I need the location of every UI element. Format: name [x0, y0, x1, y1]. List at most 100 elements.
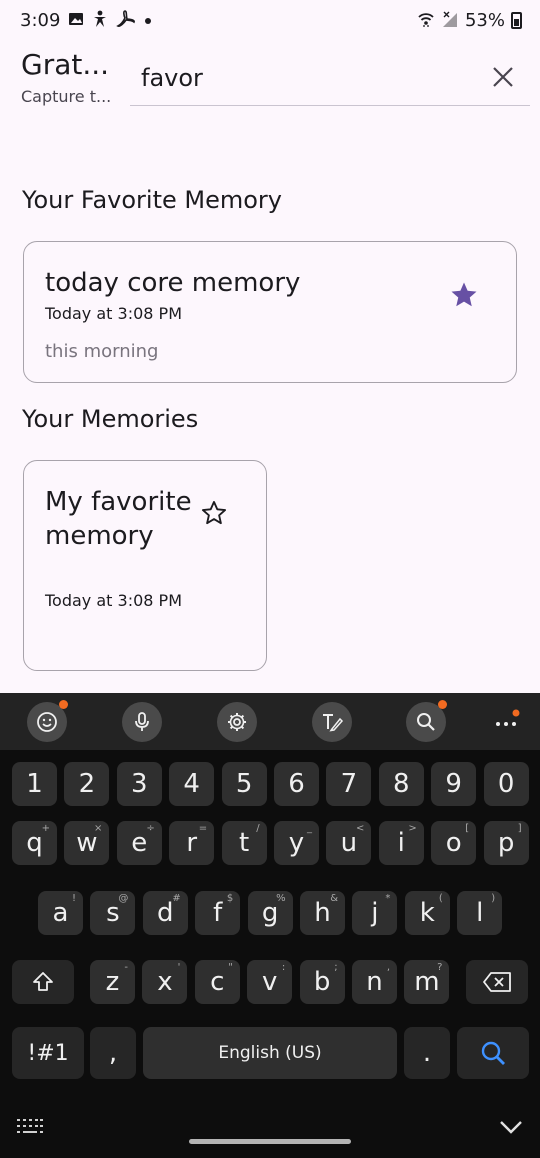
wifi-icon	[417, 10, 435, 31]
key-label: d	[157, 898, 174, 928]
emoji-button[interactable]	[27, 700, 68, 742]
key-hint: (	[438, 893, 443, 904]
voice-input-button[interactable]	[122, 702, 162, 742]
key-l[interactable]: l)	[457, 891, 503, 935]
search-action-key[interactable]	[457, 1027, 529, 1079]
key-hint: )	[491, 893, 496, 904]
key-w[interactable]: w ×	[64, 821, 110, 865]
key-label: 0	[497, 769, 515, 799]
card-title: My favorite memory	[45, 487, 192, 551]
home-indicator[interactable]	[189, 1139, 351, 1144]
key-m[interactable]: m?	[404, 960, 450, 1004]
key-hint: @	[118, 893, 129, 904]
key-n[interactable]: n,	[352, 960, 397, 1004]
handwriting-icon	[323, 714, 344, 732]
key-hint: ×	[94, 823, 103, 834]
key-label: 9	[445, 769, 462, 799]
key-hint: [	[465, 823, 470, 834]
shift-key[interactable]	[12, 960, 74, 1004]
search-input[interactable]	[130, 50, 530, 106]
battery-percent: 53%	[464, 9, 505, 31]
key-x[interactable]: x '	[142, 960, 188, 1004]
clear-search-button[interactable]	[486, 60, 520, 94]
key-label: m	[414, 967, 440, 997]
key-1[interactable]: 1	[12, 762, 57, 806]
key-label: t	[238, 828, 250, 858]
key-label: q	[26, 828, 43, 858]
key-g[interactable]: g%	[247, 891, 293, 935]
key-6[interactable]: 6	[274, 762, 319, 806]
key-7[interactable]: 7	[326, 762, 372, 806]
hide-keyboard-button[interactable]	[498, 1117, 524, 1137]
key-label: r	[186, 828, 198, 858]
key-q[interactable]: q +	[12, 821, 57, 865]
comma-key[interactable]: ,	[90, 1027, 136, 1079]
card-title: today core memory	[45, 268, 301, 298]
key-h[interactable]: h &	[300, 891, 345, 935]
keyboard-settings-button[interactable]	[217, 702, 257, 742]
key-label: e	[131, 828, 148, 858]
key-9[interactable]: 9	[431, 762, 477, 806]
key-u[interactable]: u <	[326, 821, 372, 865]
star-outline-icon	[201, 500, 227, 525]
key-label: 5	[235, 769, 253, 799]
key-y[interactable]: y _	[274, 821, 319, 865]
handwriting-button[interactable]	[312, 702, 352, 742]
keyboard-switch-button[interactable]	[16, 1117, 44, 1135]
symbols-key[interactable]: !#1	[12, 1027, 84, 1079]
key-v[interactable]: v:	[247, 960, 293, 1004]
keyboard-search-button[interactable]	[406, 700, 447, 742]
key-d[interactable]: d #	[142, 891, 188, 935]
key-j[interactable]: j *	[352, 891, 398, 935]
period-key[interactable]: .	[404, 1027, 450, 1079]
accessibility-icon	[92, 10, 108, 31]
key-label: a	[52, 898, 69, 928]
emoji-icon	[37, 712, 57, 732]
favorite-toggle-button[interactable]	[200, 499, 230, 529]
key-s[interactable]: s @	[90, 891, 136, 935]
key-hint: -	[124, 962, 128, 973]
key-hint: _	[307, 823, 312, 834]
key-4[interactable]: 4	[169, 762, 215, 806]
star-filled-icon	[451, 282, 477, 307]
top-app-bar: Grat... Capture t...	[0, 40, 540, 120]
key-a[interactable]: a!	[38, 891, 83, 935]
on-screen-keyboard: 1 2 3 4 5 6 7 8 9 0 q + w × e ÷ r = t / y _ u < i > o[p] a! s @ d # f $ g%…	[0, 693, 540, 1158]
key-0[interactable]: 0	[483, 762, 529, 806]
key-z[interactable]: z-	[90, 960, 135, 1004]
key-t[interactable]: t /	[221, 821, 267, 865]
memory-card[interactable]: My favorite memory Today at 3:08 PM	[23, 460, 267, 671]
key-c[interactable]: c "	[194, 960, 240, 1004]
chevron-down-icon	[500, 1121, 522, 1134]
gallery-icon	[68, 11, 84, 30]
mic-icon	[135, 712, 149, 731]
key-8[interactable]: 8	[378, 762, 424, 806]
key-r[interactable]: r =	[169, 821, 215, 865]
key-f[interactable]: f $	[195, 891, 241, 935]
key-hint: /	[256, 823, 260, 834]
key-3[interactable]: 3	[116, 762, 162, 806]
more-options-button[interactable]	[492, 709, 524, 735]
app-title: Grat...	[21, 48, 110, 81]
key-5[interactable]: 5	[221, 762, 267, 806]
key-label: 4	[183, 769, 200, 799]
status-bar: 3:09 53%	[0, 0, 540, 40]
key-p[interactable]: p]	[483, 821, 529, 865]
notification-dot	[59, 700, 68, 709]
backspace-key[interactable]	[466, 960, 528, 1004]
key-label: c	[210, 967, 225, 997]
key-k[interactable]: k(	[404, 891, 450, 935]
signal-icon	[441, 10, 459, 31]
space-key[interactable]: English (US)	[143, 1027, 397, 1079]
key-label: x	[157, 967, 173, 997]
key-i[interactable]: i >	[378, 821, 424, 865]
key-o[interactable]: o[	[431, 821, 477, 865]
key-hint: =	[198, 823, 208, 834]
shift-icon	[33, 972, 53, 991]
key-e[interactable]: e ÷	[116, 821, 162, 865]
favorite-memory-card[interactable]: today core memory Today at 3:08 PM this …	[23, 241, 517, 383]
favorite-toggle-button[interactable]	[449, 280, 479, 310]
key-2[interactable]: 2	[64, 762, 110, 806]
key-b[interactable]: b;	[299, 960, 345, 1004]
key-label: 1	[26, 769, 43, 799]
